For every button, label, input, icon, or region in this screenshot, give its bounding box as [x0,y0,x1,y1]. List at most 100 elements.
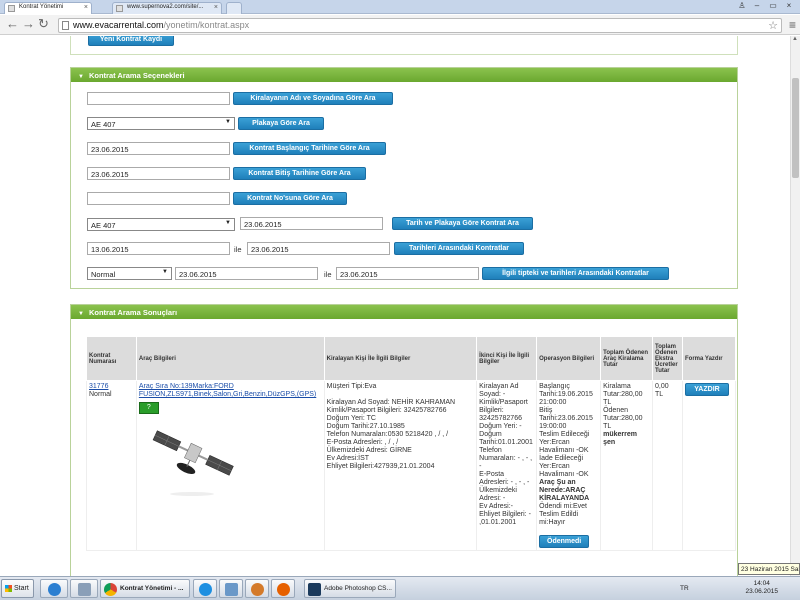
reload-icon[interactable]: ↻ [38,17,49,31]
windows-logo-icon [5,585,12,592]
chevron-down-icon: ▼ [225,220,231,226]
page-viewport: Yeni Kontrat Kaydı ▼ Kontrat Arama Seçene… [0,36,790,576]
column-header: İkinci Kişi İle İlgili Bilgiler [476,336,538,381]
explorer-icon [78,583,91,596]
ie-icon [199,583,212,596]
range-end-input[interactable]: 23.06.2015 [247,242,390,255]
plate-date-input[interactable]: 23.06.2015 [240,217,383,230]
back-icon[interactable]: ← [6,17,19,31]
tab-kontrat-yonetimi[interactable]: Kontrat Yönetimi × [4,2,92,14]
customer-name: mükerrem şen [603,431,637,446]
print-button[interactable]: YAZDIR [685,383,729,396]
taskbar-chrome-window[interactable]: Kontrat Yönetimi - ... [100,579,190,598]
tab-supernova[interactable]: www.supernova2.com/site/... × [112,2,222,14]
vehicle-help-icon[interactable]: ? [138,402,159,414]
close-window-icon[interactable]: × [782,1,796,11]
operation-cell: Başlangıç Tarihi:19.06.2015 21:00:00 Bit… [536,380,602,551]
page-icon [116,5,123,12]
collapse-arrow-icon: ▼ [78,74,84,80]
scroll-up-icon[interactable]: ▲ [792,36,798,42]
tab-bar: Kontrat Yönetimi × www.supernova2.com/si… [0,0,800,14]
column-header: Toplam Ödenen Araç Kiralama Tutar [600,336,654,381]
range-separator: ile [234,245,242,254]
search-by-end-date-button[interactable]: Kontrat Bitiş Tarihine Göre Ara [233,167,366,180]
minimize-icon[interactable]: – [750,1,764,11]
renter-name-input[interactable] [87,92,230,105]
renter-cell: Müşteri Tipi:Eva Kiralayan Ad Soyad: NEH… [323,380,478,551]
date-tooltip: 23 Haziran 2015 Salı [738,563,800,575]
menu-icon[interactable]: ≡ [789,18,796,32]
search-by-plate-button[interactable]: Plakaya Göre Ara [238,117,324,130]
contract-type-select[interactable]: Normal ▼ [87,267,172,280]
close-icon[interactable]: × [214,4,218,11]
vehicle-info-link[interactable]: Araç Sıra No:139Marka:FORD FUSION,ZLS971… [139,383,322,399]
payment-status-button[interactable]: Ödenmedi [539,535,590,548]
taskbar-firefox[interactable] [271,579,295,598]
type-range-start-input[interactable]: 23.06.2015 [175,267,318,280]
taskbar-media-player[interactable] [40,579,68,598]
chevron-down-icon: ▼ [225,119,231,125]
search-type-date-range-button[interactable]: İlgili tipteki ve tarihleri Arasındaki K… [482,267,669,280]
results-panel-header[interactable]: ▼ Kontrat Arama Sonuçları [71,305,737,319]
search-by-contract-no-button[interactable]: Kontrat No'suna Göre Ara [233,192,347,205]
new-contract-button[interactable]: Yeni Kontrat Kaydı [88,36,174,46]
range-start-input[interactable]: 13.06.2015 [87,242,230,255]
taskbar-photoshop-window[interactable]: Adobe Photoshop CS... [304,579,396,598]
search-by-start-date-button[interactable]: Kontrat Başlangıç Tarihine Göre Ara [233,142,386,155]
page-icon [8,5,15,12]
taskbar-ie[interactable] [193,579,217,598]
results-table: Kontrat Numarası Araç Bilgileri Kiralaya… [86,336,736,551]
taskbar-app-2[interactable] [245,579,269,598]
address-bar: ← → ↻ www.evacarrental.com/yonetim/kontr… [0,15,800,35]
scrollbar-thumb[interactable] [792,78,799,178]
column-header: Toplam Ödenen Ekstra Ücretler Tutar [652,336,683,381]
new-tab-button[interactable] [226,2,242,14]
search-by-date-plate-button[interactable]: Tarih ve Plakaya Göre Kontrat Ara [392,217,533,230]
vertical-scrollbar[interactable]: ▲ ▼ [790,36,800,576]
media-player-icon [48,583,61,596]
taskbar-app-1[interactable] [219,579,243,598]
taskbar-explorer[interactable] [70,579,98,598]
plate-date-select[interactable]: AE 407 ▼ [87,218,235,231]
forward-icon[interactable]: → [22,17,35,31]
type-range-separator: ile [324,270,332,279]
second-person-cell: Kiralayan Ad Soyad: - Kimlik/Pasaport Bi… [476,380,538,551]
system-tray: TR 14:04 23.06.2015 [678,577,800,600]
bookmark-star-icon[interactable]: ☆ [768,19,778,32]
search-date-range-button[interactable]: Tarihleri Arasındaki Kontratlar [394,242,524,255]
end-date-input[interactable]: 23.06.2015 [87,167,230,180]
app-icon [251,583,264,596]
table-row: 31776 Normal Araç Sıra No:139Marka:FORD … [86,380,736,551]
chevron-down-icon: ▼ [162,269,168,275]
contract-no-input[interactable] [87,192,230,205]
rental-total-cell: Kiralama Tutar:280,00 TL Ödenen Tutar:28… [600,380,654,551]
search-by-name-button[interactable]: Kiralayanın Adı ve Soyadına Göre Ara [233,92,393,105]
vehicle-cell: Araç Sıra No:139Marka:FORD FUSION,ZLS971… [135,380,325,551]
maximize-icon[interactable]: ▭ [766,1,780,11]
close-icon[interactable]: × [84,4,88,11]
column-header: Araç Bilgileri [135,336,325,381]
start-button[interactable]: Start [1,579,34,598]
extra-total-cell: 0,00 TL [652,380,683,551]
photoshop-icon [308,583,321,596]
taskbar: Start Kontrat Yönetimi - ... Adobe Photo… [0,576,800,600]
contract-type: Normal [89,391,112,398]
contract-number-link[interactable]: 31776 [89,383,134,391]
print-cell: YAZDIR [682,380,736,551]
page-icon [62,21,69,30]
table-header-row: Kontrat Numarası Araç Bilgileri Kiralaya… [86,336,736,381]
clock[interactable]: 14:04 23.06.2015 [745,580,778,596]
column-header: Operasyon Bilgileri [536,336,602,381]
window-controls: ♙ – ▭ × [736,1,796,11]
language-indicator[interactable]: TR [680,585,689,592]
url-input[interactable]: www.evacarrental.com/yonetim/kontrat.asp… [58,18,782,33]
start-date-input[interactable]: 23.06.2015 [87,142,230,155]
search-panel-header[interactable]: ▼ Kontrat Arama Seçenekleri [71,68,737,82]
contract-cell: 31776 Normal [86,380,137,551]
plate-select[interactable]: AE 407 ▼ [87,117,235,130]
satellite-image [152,430,234,496]
type-range-end-input[interactable]: 23.06.2015 [336,267,479,280]
user-icon[interactable]: ♙ [736,1,748,11]
vehicle-location: Araç Şu an Nerede:ARAÇ KİRALAYANDA [539,479,590,502]
firefox-icon [277,583,290,596]
